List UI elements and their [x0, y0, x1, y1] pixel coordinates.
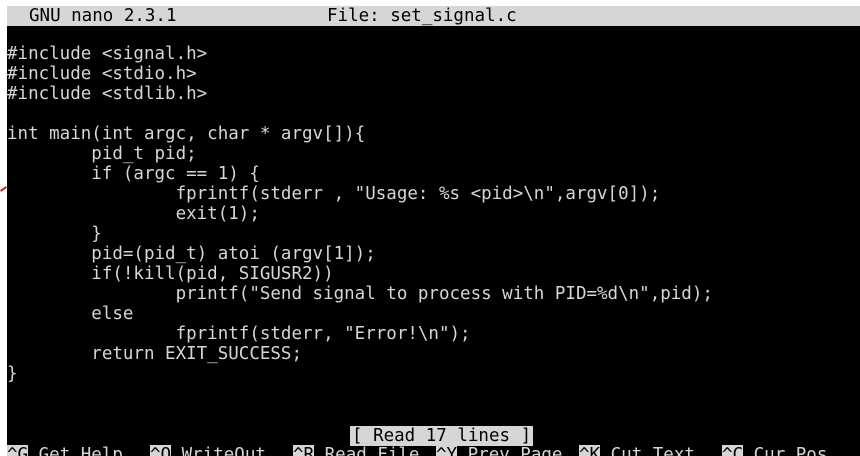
shortcut-key: ^R: [293, 445, 315, 456]
code-line[interactable]: #include <stdio.h>: [7, 64, 860, 84]
shortcut-label: Read File: [324, 445, 420, 456]
nano-title-bar: GNU nano 2.3.1 File: set_signal.c: [7, 6, 860, 26]
shortcut-key: ^Y: [436, 445, 458, 456]
shortcut-key: ^G: [7, 445, 29, 456]
code-line[interactable]: exit(1);: [7, 204, 860, 224]
code-line[interactable]: return EXIT_SUCCESS;: [7, 344, 860, 364]
code-line[interactable]: if(!kill(pid, SIGUSR2)): [7, 264, 860, 284]
code-line[interactable]: pid=(pid_t) atoi (argv[1]);: [7, 244, 860, 264]
red-annotation-mark: [0, 186, 7, 192]
status-message: [ Read 17 lines ]: [350, 426, 534, 446]
code-line[interactable]: else: [7, 304, 860, 324]
shortcut-bar: ^G Get Help ^O WriteOut ^R Read File ^Y …: [7, 445, 860, 456]
terminal-window[interactable]: GNU nano 2.3.1 File: set_signal.c #inclu…: [7, 6, 860, 456]
shortcut-cut-text[interactable]: ^K Cut Text: [579, 445, 695, 456]
code-line[interactable]: pid_t pid;: [7, 144, 860, 164]
code-line[interactable]: }: [7, 224, 860, 244]
screenshot-canvas: GNU nano 2.3.1 File: set_signal.c #inclu…: [0, 0, 860, 456]
shortcut-prev-page[interactable]: ^Y Prev Page: [436, 445, 562, 456]
code-line[interactable]: fprintf(stderr , "Usage: %s <pid>\n",arg…: [7, 184, 860, 204]
shortcut-label: Cut Text: [610, 445, 695, 456]
code-line[interactable]: int main(int argc, char * argv[]){: [7, 124, 860, 144]
nano-version: GNU nano 2.3.1: [29, 6, 177, 26]
code-line[interactable]: #include <signal.h>: [7, 44, 860, 64]
shortcut-key: ^C: [722, 445, 744, 456]
code-line[interactable]: [7, 104, 860, 124]
editor-buffer[interactable]: #include <signal.h> #include <stdio.h> #…: [7, 44, 860, 384]
code-line[interactable]: printf("Send signal to process with PID=…: [7, 284, 860, 304]
code-line[interactable]: #include <stdlib.h>: [7, 84, 860, 104]
code-line[interactable]: fprintf(stderr, "Error!\n");: [7, 324, 860, 344]
code-line[interactable]: if (argc == 1) {: [7, 164, 860, 184]
shortcut-writeout[interactable]: ^O WriteOut: [150, 445, 266, 456]
shortcut-cur-pos[interactable]: ^C Cur Pos: [722, 445, 827, 456]
code-line[interactable]: }: [7, 364, 860, 384]
shortcut-label: Cur Pos: [753, 445, 828, 456]
shortcut-get-help[interactable]: ^G Get Help: [7, 445, 123, 456]
shortcut-label: WriteOut: [181, 445, 266, 456]
shortcut-read-file[interactable]: ^R Read File: [293, 445, 419, 456]
shortcut-key: ^K: [579, 445, 601, 456]
file-name: File: set_signal.c: [327, 6, 517, 26]
shortcut-label: Get Help: [38, 445, 123, 456]
shortcut-key: ^O: [150, 445, 172, 456]
shortcut-label: Prev Page: [467, 445, 563, 456]
